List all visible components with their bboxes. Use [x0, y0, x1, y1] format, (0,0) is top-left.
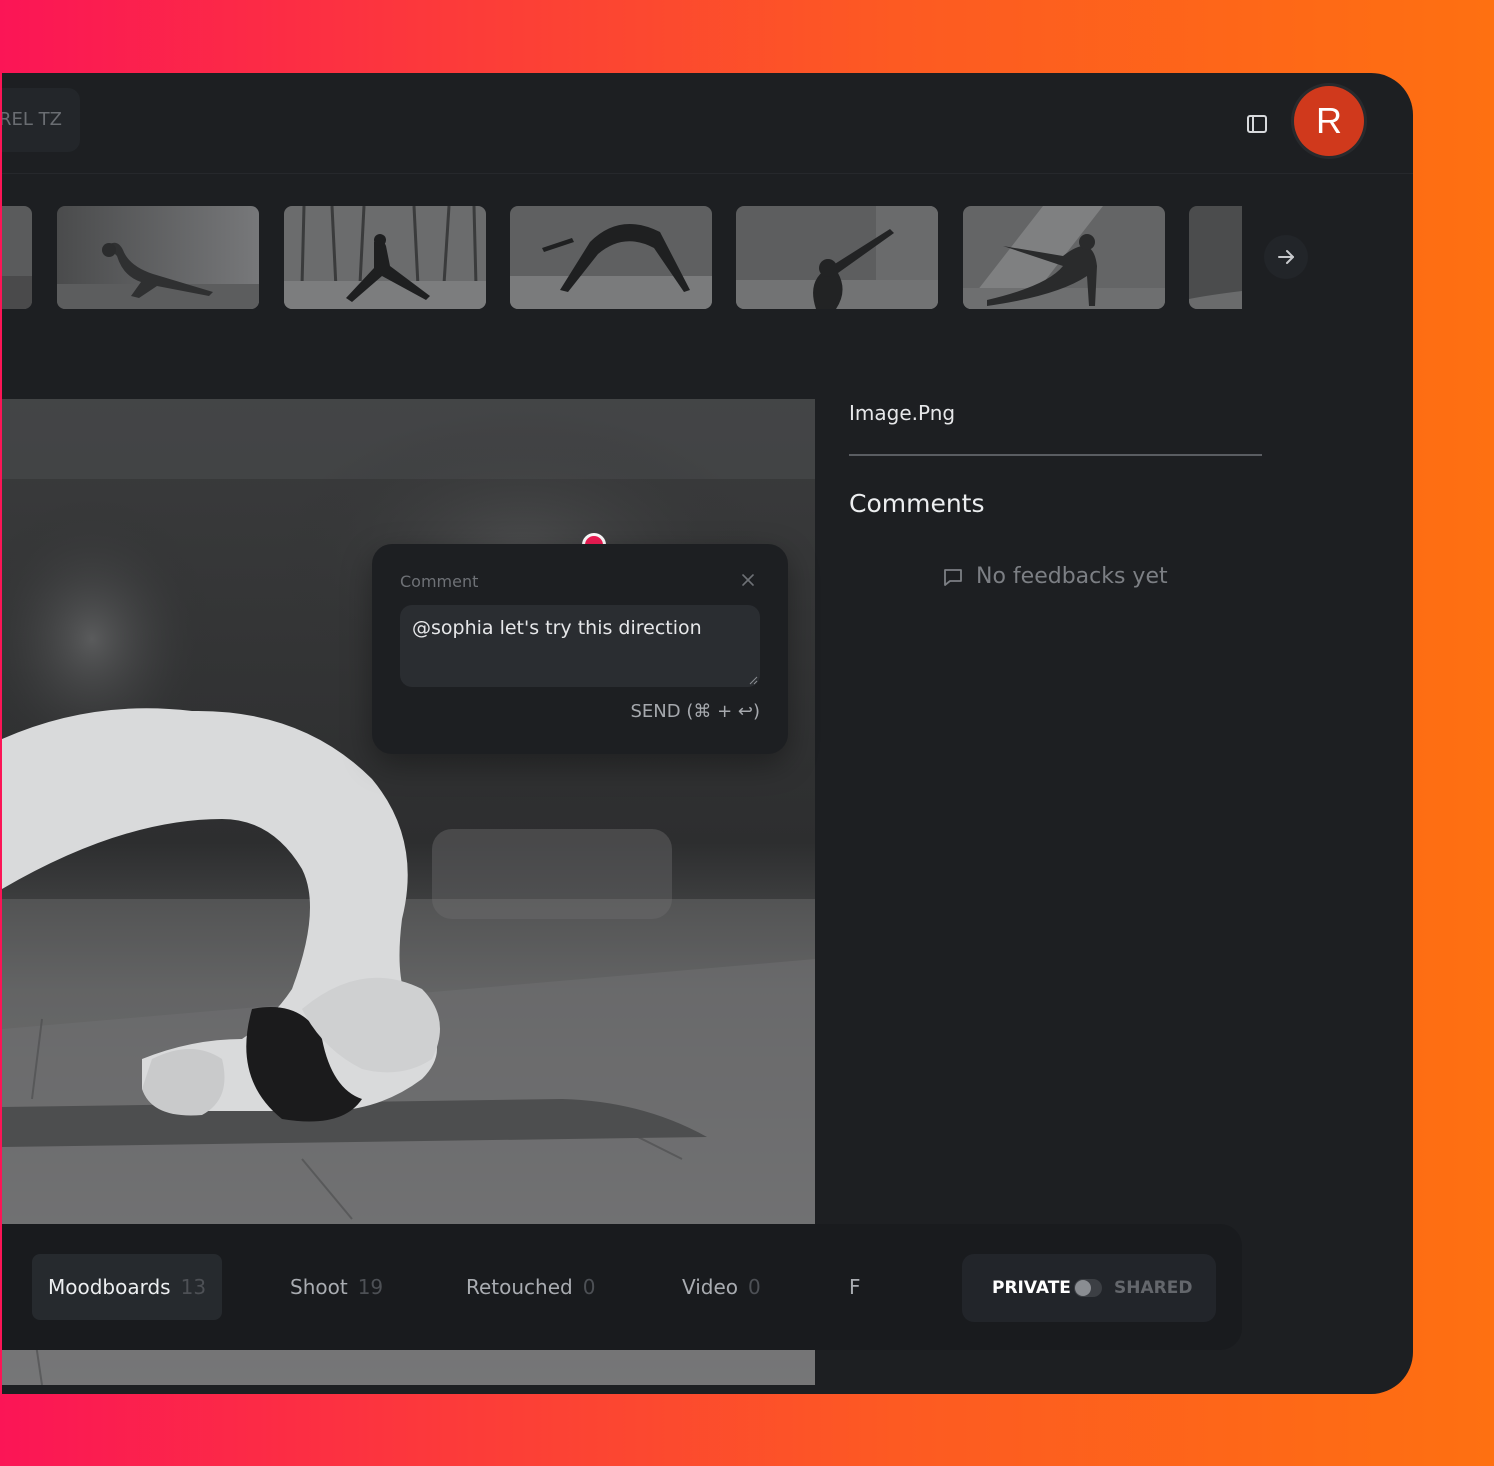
visibility-switch[interactable]	[1074, 1279, 1102, 1297]
tab-truncated[interactable]: F	[849, 1254, 861, 1320]
thumbnail[interactable]	[963, 206, 1165, 309]
shared-label[interactable]: SHARED	[1114, 1254, 1192, 1322]
tab-shoot[interactable]: Shoot 19	[290, 1254, 383, 1320]
comment-label: Comment	[400, 572, 479, 591]
tab-count: 19	[357, 1275, 384, 1299]
tab-moodboards[interactable]: Moodboards 13	[32, 1254, 223, 1320]
bottom-tab-bar: Moodboards 13 Shoot 19 Retouched 0 Video 0 F…	[2, 1224, 1242, 1350]
divider	[849, 454, 1262, 456]
tab-retouched[interactable]: Retouched 0	[466, 1254, 595, 1320]
private-label[interactable]: PRIVATE	[992, 1254, 1071, 1322]
comments-title: Comments	[849, 489, 985, 518]
comment-popup: Comment @sophia let's try this direction…	[372, 544, 788, 754]
send-button[interactable]: SEND (⌘ + ↩)	[631, 701, 761, 722]
tab-count: 13	[180, 1275, 207, 1299]
next-thumbnails-button[interactable]	[1264, 235, 1308, 279]
thumbnail[interactable]	[736, 206, 938, 309]
tab-label: Retouched	[466, 1275, 573, 1299]
tab-label: Video	[682, 1275, 739, 1299]
resize-handle-icon[interactable]	[748, 675, 758, 685]
sidebar-toggle-icon[interactable]	[1242, 109, 1272, 139]
close-icon[interactable]	[738, 570, 758, 590]
thumbnail[interactable]	[284, 206, 486, 309]
file-name: Image.Png	[849, 401, 956, 425]
app-window: REL TZ R Comment @sophia let's try this …	[2, 73, 1413, 1394]
visibility-toggle[interactable]: PRIVATE SHARED	[962, 1254, 1216, 1322]
tab-video[interactable]: Video 0	[682, 1254, 761, 1320]
top-bar: REL TZ R	[2, 73, 1413, 174]
thumbnail[interactable]	[2, 206, 32, 309]
project-tag[interactable]: REL TZ	[2, 88, 80, 152]
tab-count: 0	[582, 1275, 596, 1299]
comment-input-text: @sophia let's try this direction	[412, 617, 702, 639]
thumbnail-strip	[2, 206, 1242, 310]
thumbnail[interactable]	[1189, 206, 1242, 309]
avatar[interactable]: R	[1294, 86, 1364, 156]
tab-label: Shoot	[290, 1275, 348, 1299]
switch-knob	[1075, 1280, 1091, 1296]
tab-count: 0	[748, 1275, 761, 1299]
tab-label: Moodboards	[48, 1275, 171, 1299]
arrow-right-icon	[1278, 250, 1294, 264]
comment-input[interactable]: @sophia let's try this direction	[400, 605, 760, 687]
thumbnail[interactable]	[510, 206, 712, 309]
empty-feedback-text: No feedbacks yet	[976, 564, 1168, 589]
tab-label: F	[849, 1275, 861, 1299]
message-icon	[944, 568, 962, 586]
empty-feedback-state: No feedbacks yet	[942, 564, 1168, 589]
thumbnail[interactable]	[57, 206, 259, 309]
